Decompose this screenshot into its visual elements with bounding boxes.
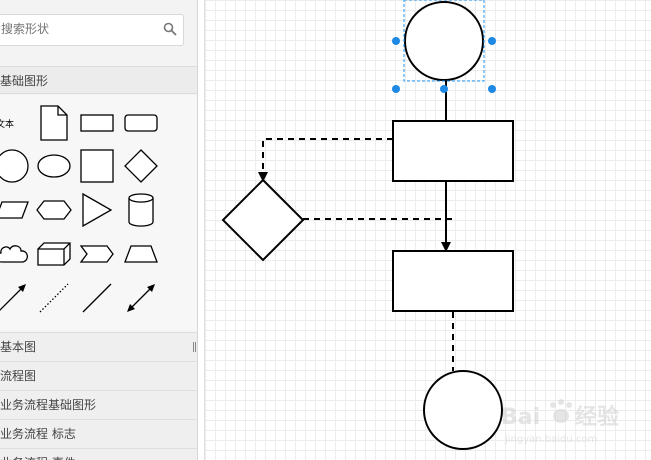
- diagram: [221, 0, 514, 450]
- shape-double-arrow[interactable]: [121, 278, 161, 318]
- shape-triangle[interactable]: [77, 190, 117, 230]
- shape-text[interactable]: 文本: [0, 103, 32, 143]
- library-bpmn-event[interactable]: 业务流程 事件: [0, 448, 197, 460]
- shape-diamond[interactable]: [121, 146, 161, 186]
- diagram-rect-process-1[interactable]: [392, 120, 514, 182]
- shape-hexagon[interactable]: [34, 190, 74, 230]
- search-box[interactable]: [0, 14, 184, 46]
- shape-ellipse[interactable]: [34, 146, 74, 186]
- shape-rounded-rectangle[interactable]: [121, 103, 161, 143]
- library-bpmn-marker[interactable]: 业务流程 标志: [0, 419, 197, 448]
- diagram-circle-bottom[interactable]: [423, 370, 503, 450]
- connector-rect1-to-diamond-dashed[interactable]: [258, 138, 393, 182]
- library-flowchart[interactable]: 流程图: [0, 361, 197, 390]
- diagram-circle-top[interactable]: [404, 1, 484, 81]
- watermark-brand-2: 经验: [575, 404, 619, 430]
- watermark-url: jingyan.baidu.com: [504, 434, 597, 445]
- search-input[interactable]: [0, 15, 161, 43]
- library-list: 基本图 流程图 业务流程基础图形 业务流程 标志 业务流程 事件: [0, 332, 197, 460]
- library-basic[interactable]: 基本图: [0, 332, 197, 361]
- shape-palette: 文本: [0, 95, 197, 331]
- diagram-diamond-decision[interactable]: [221, 178, 305, 262]
- shape-circle[interactable]: [0, 146, 32, 186]
- shape-cylinder[interactable]: [121, 190, 161, 230]
- resize-handle-bottom-left[interactable]: [392, 85, 400, 93]
- resize-handle-top-right[interactable]: [488, 37, 496, 45]
- resize-handle-bottom-center[interactable]: [440, 85, 448, 93]
- diagram-canvas[interactable]: [204, 0, 651, 460]
- shape-step[interactable]: [77, 234, 117, 274]
- shape-square[interactable]: [77, 146, 117, 186]
- shape-rectangle[interactable]: [77, 103, 117, 143]
- resize-handle-bottom-right[interactable]: [488, 85, 496, 93]
- shape-line[interactable]: [77, 278, 117, 318]
- watermark-brand: Bai: [501, 405, 540, 430]
- shape-parallelogram[interactable]: [0, 190, 32, 230]
- shape-cloud[interactable]: [0, 234, 32, 274]
- shape-text-label: 文本: [0, 118, 14, 130]
- shape-trapezoid[interactable]: [121, 234, 161, 274]
- section-basic-shapes[interactable]: 基础图形: [0, 66, 197, 94]
- search-icon[interactable]: [163, 22, 177, 36]
- shape-arrow-line[interactable]: [0, 278, 32, 318]
- diagram-rect-process-2[interactable]: [392, 250, 514, 312]
- baidu-watermark: Bai 经验 jingyan.baidu.com: [501, 399, 619, 445]
- shape-dotted-line[interactable]: [34, 278, 74, 318]
- sidebar-resize-handle[interactable]: [193, 342, 196, 352]
- shape-document-page[interactable]: [34, 103, 74, 143]
- resize-handle-top-left[interactable]: [392, 37, 400, 45]
- shape-sidebar: 基础图形 文本: [0, 0, 198, 460]
- library-bpmn-basic[interactable]: 业务流程基础图形: [0, 390, 197, 419]
- paw-icon: [550, 399, 572, 423]
- shape-cube[interactable]: [34, 234, 74, 274]
